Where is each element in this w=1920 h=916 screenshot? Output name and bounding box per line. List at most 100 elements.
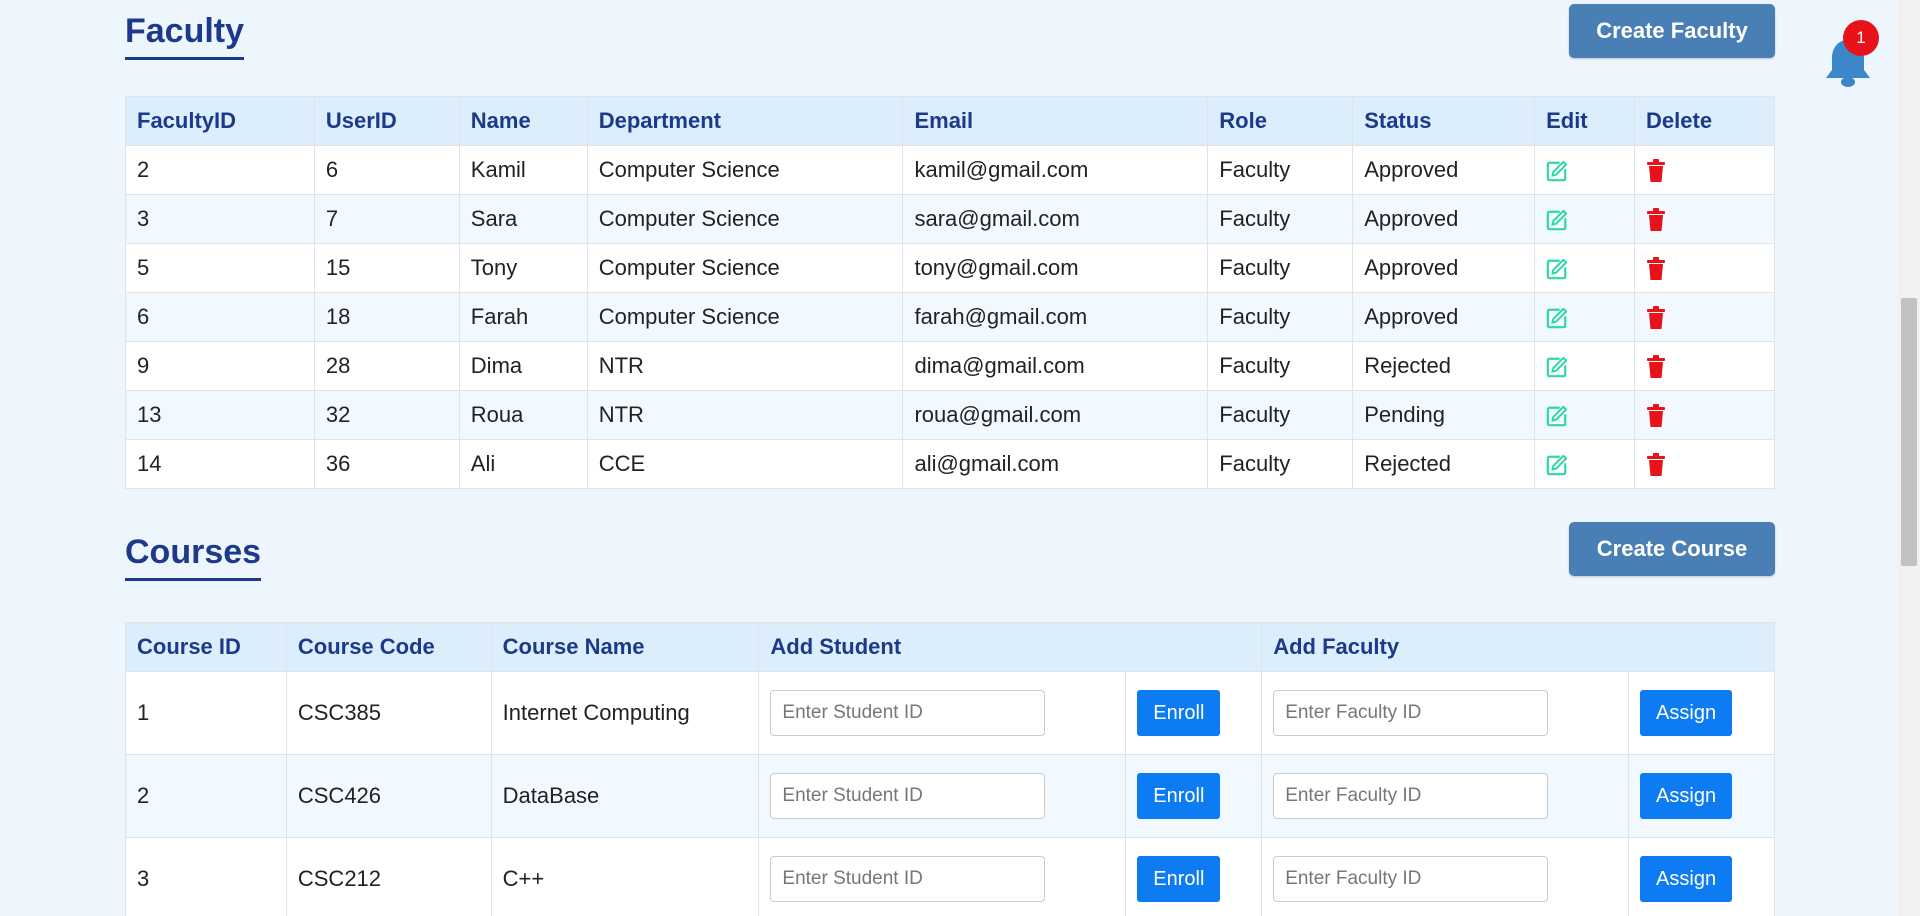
- trash-icon[interactable]: [1646, 159, 1666, 183]
- name-cell: Kamil: [458, 145, 588, 195]
- col-user-id: UserID: [313, 96, 460, 146]
- col-name: Name: [458, 96, 588, 146]
- delete-cell: [1634, 341, 1775, 391]
- faculty-id-cell: 14: [125, 439, 315, 489]
- email-cell: farah@gmail.com: [902, 292, 1209, 342]
- department-cell: NTR: [586, 341, 904, 391]
- status-cell: Approved: [1352, 194, 1536, 244]
- department-cell: CCE: [586, 439, 904, 489]
- create-faculty-button[interactable]: Create Faculty: [1569, 4, 1775, 58]
- assign-button[interactable]: Assign: [1640, 773, 1733, 819]
- faculty-id-input[interactable]: [1273, 773, 1549, 819]
- student-id-input[interactable]: [770, 773, 1046, 819]
- courses-table: Course ID Course Code Course Name Add St…: [125, 622, 1775, 916]
- trash-icon[interactable]: [1646, 306, 1666, 330]
- faculty-row: 3 7 Sara Computer Science sara@gmail.com Facu…: [125, 194, 1775, 244]
- enroll-button[interactable]: Enroll: [1137, 773, 1221, 819]
- faculty-id-input[interactable]: [1273, 856, 1549, 902]
- user-id-cell: 32: [313, 390, 460, 440]
- course-code-cell: CSC426: [285, 754, 492, 838]
- courses-section-header: Courses Create Course: [125, 522, 1775, 629]
- main-content: Faculty Create Faculty FacultyID UserID …: [125, 0, 1775, 916]
- faculty-title: Faculty: [125, 12, 245, 60]
- add-student-input-cell: [758, 671, 1127, 755]
- edit-icon[interactable]: [1546, 307, 1568, 329]
- faculty-section-header: Faculty Create Faculty: [125, 0, 1775, 96]
- department-cell: Computer Science: [586, 243, 904, 293]
- edit-icon[interactable]: [1546, 356, 1568, 378]
- col-course-id: Course ID: [125, 622, 287, 672]
- col-edit: Edit: [1534, 96, 1636, 146]
- faculty-id-input[interactable]: [1273, 690, 1549, 736]
- user-id-cell: 6: [313, 145, 460, 195]
- edit-icon[interactable]: [1546, 405, 1568, 427]
- role-cell: Faculty: [1207, 194, 1354, 244]
- enroll-button[interactable]: Enroll: [1137, 856, 1221, 902]
- create-course-button[interactable]: Create Course: [1569, 522, 1775, 576]
- edit-icon[interactable]: [1546, 160, 1568, 182]
- enroll-cell: Enroll: [1125, 837, 1263, 916]
- col-status: Status: [1352, 96, 1536, 146]
- assign-cell: Assign: [1628, 837, 1775, 916]
- course-id-cell: 2: [125, 754, 287, 838]
- col-course-code: Course Code: [285, 622, 492, 672]
- scrollbar-thumb[interactable]: [1901, 298, 1917, 566]
- assign-cell: Assign: [1628, 754, 1775, 838]
- user-id-cell: 18: [313, 292, 460, 342]
- page-scrollbar[interactable]: [1898, 0, 1920, 916]
- email-cell: ali@gmail.com: [902, 439, 1209, 489]
- trash-icon[interactable]: [1646, 208, 1666, 232]
- col-delete: Delete: [1634, 96, 1775, 146]
- student-id-input[interactable]: [770, 690, 1046, 736]
- notification-count-badge: 1: [1843, 20, 1879, 56]
- department-cell: NTR: [586, 390, 904, 440]
- course-id-cell: 1: [125, 671, 287, 755]
- status-cell: Approved: [1352, 145, 1536, 195]
- course-id-cell: 3: [125, 837, 287, 916]
- status-cell: Approved: [1352, 243, 1536, 293]
- name-cell: Ali: [458, 439, 588, 489]
- status-cell: Approved: [1352, 292, 1536, 342]
- faculty-header-row: FacultyID UserID Name Department Email R…: [125, 96, 1775, 146]
- edit-icon[interactable]: [1546, 258, 1568, 280]
- assign-button[interactable]: Assign: [1640, 690, 1733, 736]
- trash-icon[interactable]: [1646, 257, 1666, 281]
- name-cell: Tony: [458, 243, 588, 293]
- add-faculty-input-cell: [1261, 671, 1630, 755]
- col-faculty-id: FacultyID: [125, 96, 315, 146]
- edit-icon[interactable]: [1546, 209, 1568, 231]
- delete-cell: [1634, 243, 1775, 293]
- role-cell: Faculty: [1207, 439, 1354, 489]
- department-cell: Computer Science: [586, 145, 904, 195]
- faculty-id-cell: 9: [125, 341, 315, 391]
- enroll-button[interactable]: Enroll: [1137, 690, 1221, 736]
- faculty-id-cell: 5: [125, 243, 315, 293]
- course-code-cell: CSC212: [285, 837, 492, 916]
- user-id-cell: 7: [313, 194, 460, 244]
- course-row: 3CSC212C++ Enroll Assign: [125, 837, 1775, 916]
- edit-cell: [1534, 390, 1636, 440]
- edit-icon[interactable]: [1546, 454, 1568, 476]
- col-add-student: Add Student: [758, 622, 1263, 672]
- trash-icon[interactable]: [1646, 355, 1666, 379]
- department-cell: Computer Science: [586, 292, 904, 342]
- enroll-cell: Enroll: [1125, 671, 1263, 755]
- faculty-id-cell: 2: [125, 145, 315, 195]
- assign-cell: Assign: [1628, 671, 1775, 755]
- trash-icon[interactable]: [1646, 453, 1666, 477]
- edit-cell: [1534, 243, 1636, 293]
- delete-cell: [1634, 145, 1775, 195]
- col-email: Email: [902, 96, 1209, 146]
- status-cell: Rejected: [1352, 439, 1536, 489]
- student-id-input[interactable]: [770, 856, 1046, 902]
- role-cell: Faculty: [1207, 292, 1354, 342]
- role-cell: Faculty: [1207, 145, 1354, 195]
- trash-icon[interactable]: [1646, 404, 1666, 428]
- role-cell: Faculty: [1207, 243, 1354, 293]
- faculty-row: 2 6 Kamil Computer Science kamil@gmail.com Fa…: [125, 145, 1775, 195]
- course-row: 2CSC426DataBase Enroll Assign: [125, 754, 1775, 838]
- col-role: Role: [1207, 96, 1354, 146]
- department-cell: Computer Science: [586, 194, 904, 244]
- assign-button[interactable]: Assign: [1640, 856, 1733, 902]
- faculty-row: 6 18 Farah Computer Science farah@gmail.com F…: [125, 292, 1775, 342]
